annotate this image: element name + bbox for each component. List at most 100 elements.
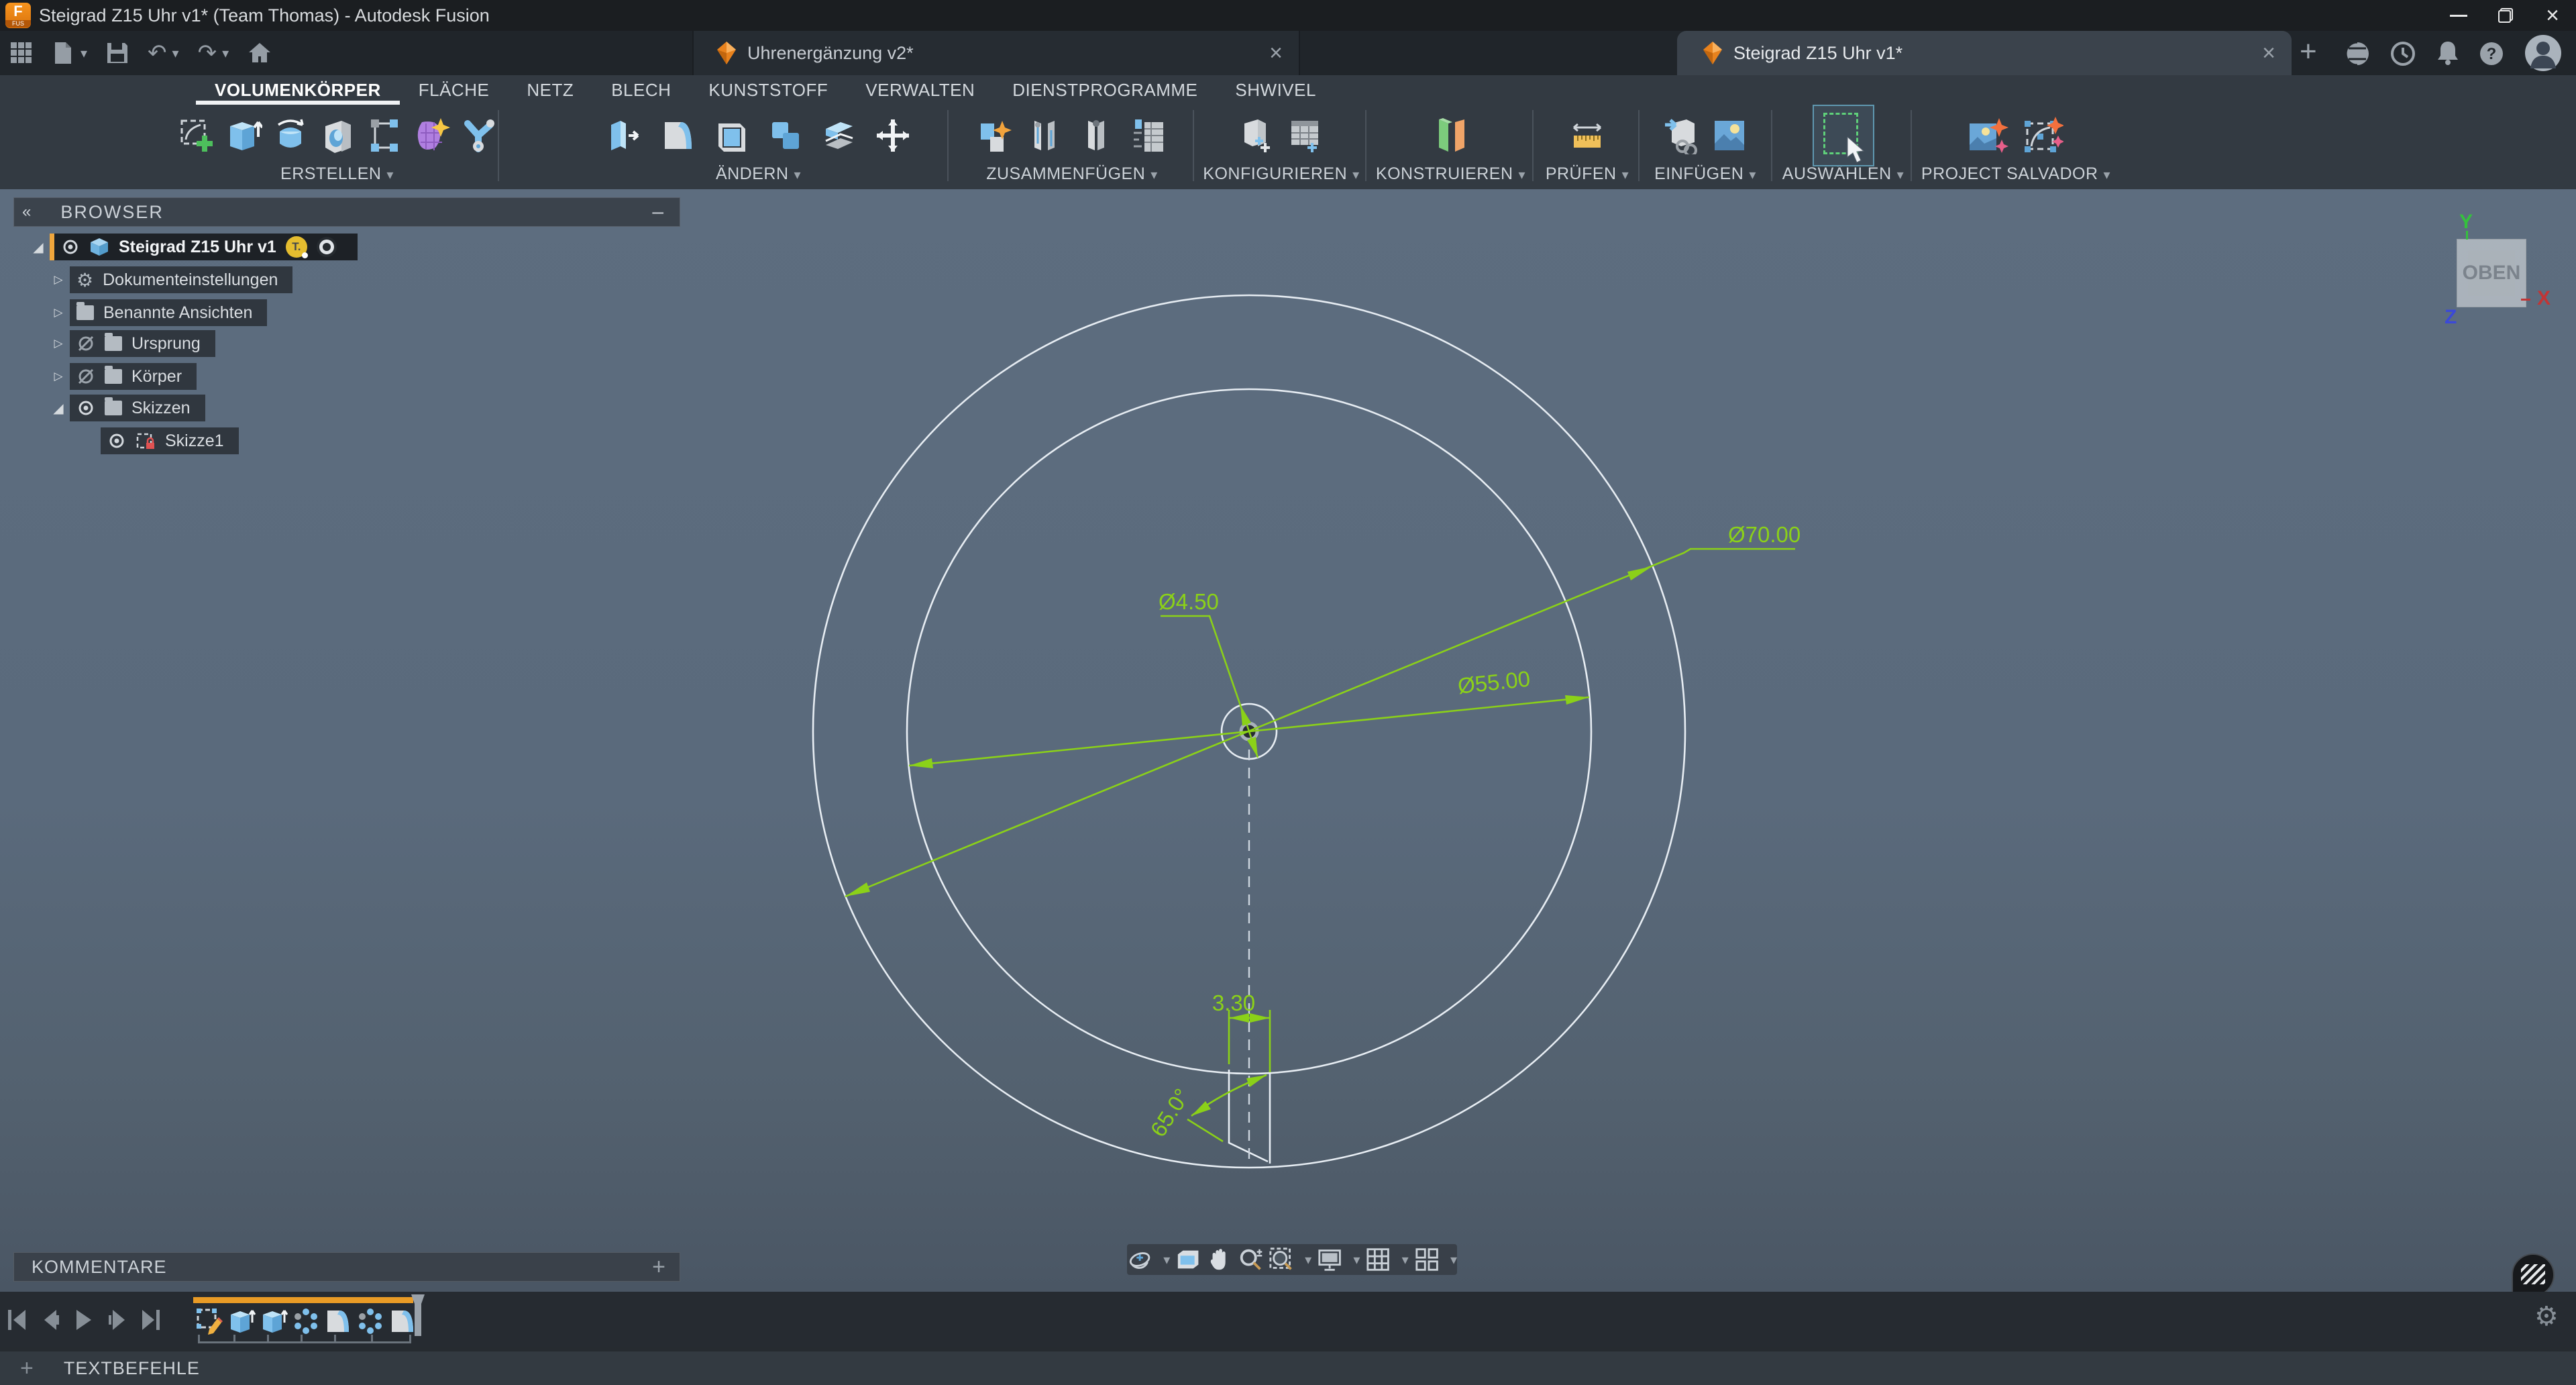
browser-item-ursprung[interactable]: ▷ Ursprung — [47, 330, 215, 357]
viewcube-face-label[interactable]: OBEN — [2457, 240, 2526, 307]
timeline-step-forward-icon[interactable] — [107, 1309, 127, 1331]
timeline-play-icon[interactable] — [74, 1309, 94, 1331]
configure-table-icon[interactable] — [1287, 117, 1325, 154]
redo-icon[interactable]: ↷▾ — [198, 40, 229, 66]
document-tab-2[interactable]: Steigrad Z15 Uhr v1* × — [1677, 31, 2292, 75]
form-icon[interactable] — [413, 117, 450, 154]
job-status-clock-icon[interactable] — [2390, 40, 2416, 70]
dim-hole-diameter[interactable]: Ø4.50 — [1159, 589, 1219, 614]
viewports-caret[interactable]: ▾ — [1450, 1251, 1457, 1268]
display-settings-icon[interactable] — [1317, 1246, 1342, 1273]
feature-circular-pattern-icon[interactable] — [291, 1306, 321, 1336]
ribbon-tab-kunststoff[interactable]: KUNSTSTOFF — [690, 75, 847, 105]
timeline-settings-gear-icon[interactable]: ⚙ — [2534, 1301, 2559, 1332]
extrude-icon[interactable] — [225, 117, 262, 154]
dim-outer-diameter[interactable]: Ø70.00 — [1728, 522, 1801, 547]
group-label-einfuegen[interactable]: EINFÜGEN▾ — [1654, 164, 1756, 187]
pan-hand-icon[interactable] — [1206, 1246, 1232, 1273]
browser-item-dokumenteinstellungen[interactable]: ▷ ⚙ Dokumenteinstellungen — [47, 266, 292, 293]
close-button[interactable]: × — [2529, 0, 2576, 31]
minimize-button[interactable] — [2435, 0, 2482, 31]
feature-extrude-icon[interactable] — [259, 1306, 288, 1336]
ribbon-tab-blech[interactable]: BLECH — [592, 75, 690, 105]
comments-bar[interactable]: KOMMENTARE + — [13, 1252, 680, 1282]
browser-item-koerper[interactable]: ▷ Körper — [47, 363, 197, 390]
orbit-caret[interactable]: ▾ — [1163, 1251, 1170, 1268]
construction-plane-icon[interactable] — [1430, 117, 1472, 154]
help-icon[interactable]: ? — [2478, 40, 2505, 70]
group-label-auswaehlen[interactable]: AUSWÄHLEN▾ — [1782, 164, 1904, 187]
group-label-konfigurieren[interactable]: KONFIGURIEREN▾ — [1203, 164, 1359, 187]
hidden-eye-icon[interactable] — [76, 367, 95, 386]
ribbon-tab-dienstprogramme[interactable]: DIENSTPROGRAMME — [994, 75, 1216, 105]
hidden-eye-icon[interactable] — [76, 334, 95, 353]
viewcube[interactable]: OBEN — [2457, 239, 2526, 307]
add-comment-plus-icon[interactable]: + — [652, 1254, 666, 1280]
expand-plus-icon[interactable]: + — [20, 1355, 34, 1382]
new-tab-plus-icon[interactable]: + — [2300, 35, 2317, 68]
timeline-playhead[interactable] — [415, 1294, 421, 1336]
press-pull-icon[interactable] — [606, 117, 643, 154]
tab-close-icon[interactable]: × — [1269, 40, 1283, 66]
visibility-eye-icon[interactable] — [61, 238, 80, 256]
expand-icon[interactable]: ▷ — [47, 337, 70, 350]
group-label-zusammenfuegen[interactable]: ZUSAMMENFÜGEN▾ — [986, 164, 1158, 187]
move-icon[interactable] — [874, 117, 912, 154]
document-tab-1[interactable]: Uhrenergänzung v2* × — [692, 31, 1300, 75]
feature-extrude-icon[interactable] — [227, 1306, 256, 1336]
expand-icon[interactable]: ◢ — [47, 400, 70, 417]
new-component-icon[interactable] — [977, 117, 1014, 154]
browser-panel-header[interactable]: « BROWSER – — [13, 197, 680, 227]
measure-icon[interactable] — [1568, 117, 1606, 154]
ai-sketch-icon[interactable] — [2023, 117, 2063, 154]
configure-part-icon[interactable] — [1238, 117, 1275, 154]
bom-table-icon[interactable] — [1130, 117, 1167, 154]
browser-item-benannte-ansichten[interactable]: ▷ Benannte Ansichten — [47, 299, 267, 326]
shell-icon[interactable] — [713, 117, 751, 154]
zoom-icon[interactable] — [1238, 1246, 1263, 1273]
grid-settings-caret[interactable]: ▾ — [1402, 1251, 1409, 1268]
fillet-icon[interactable] — [659, 117, 697, 154]
expand-icon[interactable]: ▷ — [47, 370, 70, 383]
app-grid-icon[interactable] — [9, 41, 34, 65]
text-commands-bar[interactable]: + TEXTBEFEHLE — [0, 1347, 2576, 1385]
insert-derive-icon[interactable] — [1662, 117, 1700, 154]
group-label-aendern[interactable]: ÄNDERN▾ — [716, 164, 801, 187]
feature-circular-pattern-icon[interactable] — [356, 1306, 385, 1336]
browser-root-item[interactable]: ◢ Steigrad Z15 Uhr v1 T. — [27, 234, 358, 260]
pattern-icon[interactable] — [366, 117, 403, 154]
joint-icon[interactable] — [1028, 117, 1065, 154]
visibility-eye-icon[interactable] — [76, 399, 95, 417]
ribbon-tab-netz[interactable]: NETZ — [508, 75, 592, 105]
timeline-step-back-icon[interactable] — [40, 1309, 60, 1331]
notifications-bell-icon[interactable] — [2434, 39, 2462, 70]
expand-icon[interactable]: ▷ — [47, 306, 70, 319]
dim-tooth-width[interactable]: 3.30 — [1212, 990, 1255, 1015]
group-label-project-salvador[interactable]: PROJECT SALVADOR▾ — [1921, 164, 2110, 187]
ai-image-icon[interactable] — [1968, 117, 2008, 154]
user-avatar[interactable] — [2524, 34, 2563, 76]
browser-item-skizze1[interactable]: Skizze1 — [101, 427, 239, 454]
ribbon-tab-verwalten[interactable]: VERWALTEN — [847, 75, 994, 105]
group-label-konstruieren[interactable]: KONSTRUIEREN▾ — [1376, 164, 1525, 187]
feedback-bubble-icon[interactable] — [2512, 1253, 2555, 1292]
group-label-pruefen[interactable]: PRÜFEN▾ — [1546, 164, 1629, 187]
ribbon-tab-shwivel[interactable]: SHWIVEL — [1216, 75, 1335, 105]
sketch-viewport[interactable]: Ø70.00 Ø55.00 Ø4.50 3.30 65.0° — [0, 189, 2576, 1292]
ribbon-tab-flaeche[interactable]: FLÄCHE — [400, 75, 508, 105]
zoom-window-caret[interactable]: ▾ — [1305, 1251, 1311, 1268]
save-icon[interactable] — [106, 42, 129, 64]
browser-item-skizzen[interactable]: ◢ Skizzen — [47, 395, 205, 421]
select-tool[interactable] — [1813, 105, 1874, 166]
timeline-go-start-icon[interactable] — [7, 1309, 27, 1331]
timeline-go-end-icon[interactable] — [141, 1309, 161, 1331]
expand-icon[interactable]: ▷ — [47, 273, 70, 287]
grid-settings-icon[interactable] — [1365, 1246, 1391, 1273]
combine-icon[interactable] — [767, 117, 804, 154]
dim-inner-diameter[interactable]: Ø55.00 — [1456, 666, 1532, 699]
tab-close-icon[interactable]: × — [2262, 40, 2275, 66]
group-label-erstellen[interactable]: ERSTELLEN▾ — [280, 164, 394, 187]
look-at-icon[interactable] — [1175, 1246, 1201, 1273]
dim-tooth-angle[interactable]: 65.0° — [1145, 1084, 1194, 1141]
file-menu-icon[interactable]: ▾ — [52, 41, 87, 65]
